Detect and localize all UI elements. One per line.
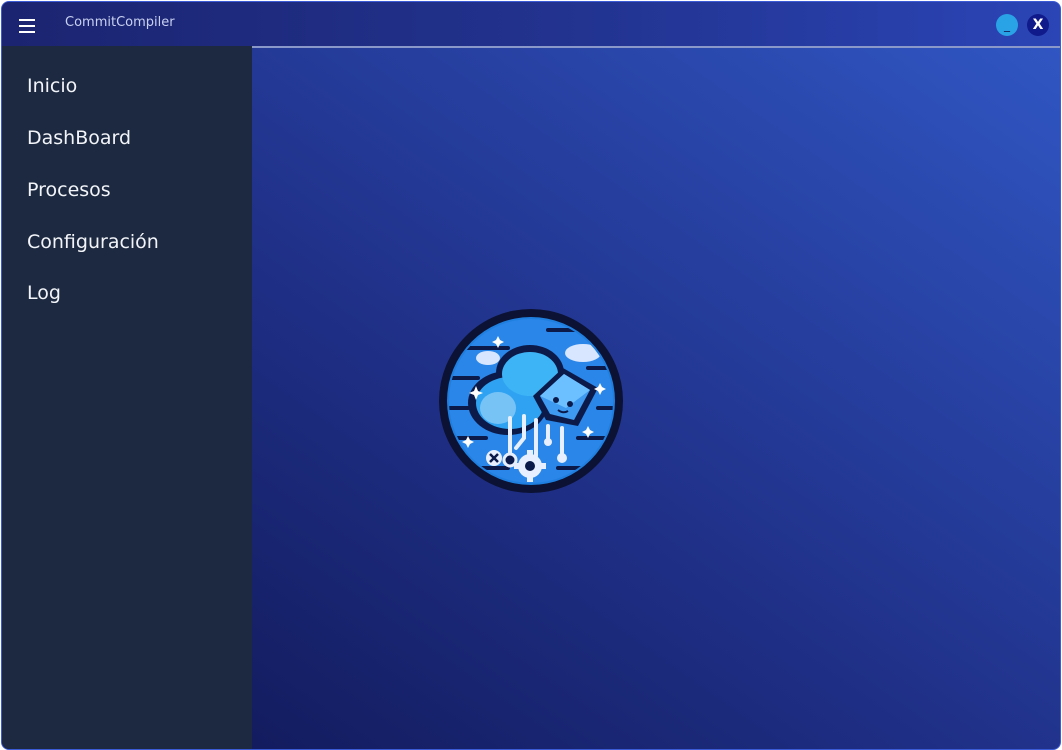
sidebar-item-inicio[interactable]: Inicio <box>27 75 77 97</box>
cloud-circuit-logo <box>438 308 624 494</box>
minimize-label: _ <box>1004 18 1010 32</box>
hamburger-menu-icon[interactable] <box>14 13 40 39</box>
app-window: CommitCompiler _ X Inicio DashBoard Proc… <box>1 1 1061 750</box>
sidebar-item-log[interactable]: Log <box>27 282 61 304</box>
app-title: CommitCompiler <box>65 15 175 30</box>
sidebar-item-configuracion[interactable]: Configuración <box>27 231 159 253</box>
close-label: X <box>1032 17 1044 33</box>
main-content <box>252 48 1060 749</box>
sidebar: Inicio DashBoard Procesos Configuración … <box>2 46 252 749</box>
sidebar-item-procesos[interactable]: Procesos <box>27 179 111 201</box>
sidebar-item-dashboard[interactable]: DashBoard <box>27 127 131 149</box>
minimize-button[interactable]: _ <box>996 14 1018 36</box>
close-button[interactable]: X <box>1027 14 1049 36</box>
title-bar[interactable]: CommitCompiler _ X <box>2 2 1060 48</box>
